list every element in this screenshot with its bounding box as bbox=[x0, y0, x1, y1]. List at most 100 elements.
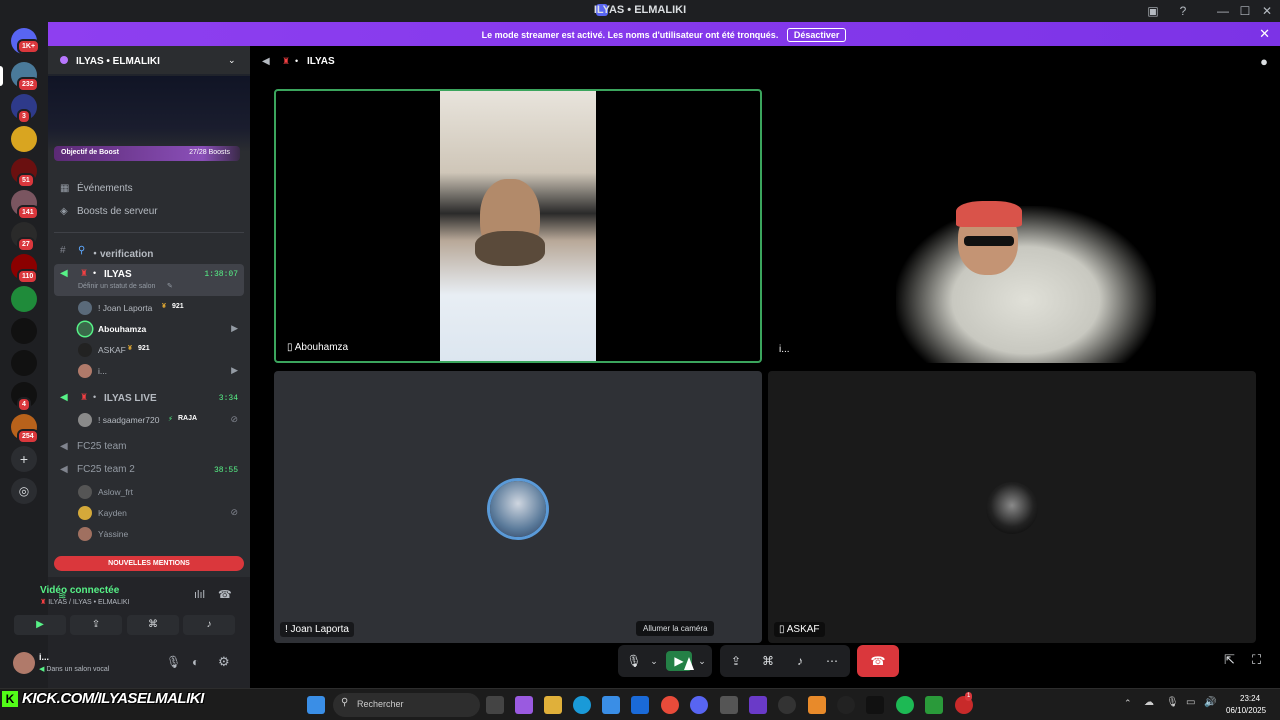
headphones-icon[interactable]: ◐ bbox=[192, 655, 199, 669]
user-status-text: Dans un salon vocal bbox=[46, 666, 110, 673]
divider bbox=[54, 232, 244, 233]
volume-icon[interactable]: 🔊 bbox=[1204, 697, 1216, 708]
windows-start-icon[interactable] bbox=[307, 696, 325, 714]
app-icon[interactable] bbox=[720, 696, 738, 714]
server-icon[interactable] bbox=[11, 126, 37, 152]
avatar bbox=[78, 364, 92, 378]
pencil-icon[interactable]: ✎ bbox=[167, 282, 173, 290]
voice-user[interactable]: Abouhamza ▶ bbox=[78, 321, 244, 337]
camera-icon: ▶ bbox=[231, 323, 238, 333]
voice-connected-title[interactable]: Vidéo connectée bbox=[40, 585, 119, 596]
task-view-icon[interactable] bbox=[486, 696, 504, 714]
boost-count: 27/28 Boosts bbox=[189, 149, 230, 156]
soundboard-icon[interactable]: ♪ bbox=[789, 650, 811, 672]
tile-name: ASKAF bbox=[786, 624, 820, 635]
user-name: ! saadgamer720 bbox=[98, 415, 160, 425]
avatar bbox=[490, 481, 546, 537]
spotify-icon[interactable] bbox=[896, 696, 914, 714]
activities-icon[interactable]: ⌘ bbox=[757, 650, 779, 672]
help-icon[interactable]: ? bbox=[1172, 2, 1194, 20]
search-icon: ⚲ bbox=[341, 697, 349, 708]
beard-shape bbox=[475, 231, 545, 266]
add-server-icon[interactable]: + bbox=[11, 446, 37, 472]
voice-user[interactable]: i... ▶ bbox=[78, 363, 244, 379]
chevron-down-icon[interactable]: ⌄ bbox=[691, 650, 713, 672]
fullscreen-icon[interactable]: ⛶ bbox=[1252, 652, 1261, 668]
video-tile-askaf[interactable]: ▯ ASKAF bbox=[768, 371, 1256, 643]
disable-streamer-button[interactable]: Désactiver bbox=[786, 28, 847, 42]
steam-icon[interactable] bbox=[778, 696, 796, 714]
chevron-up-icon[interactable]: ⌃ bbox=[1124, 698, 1132, 709]
cloud-icon[interactable]: ☁ bbox=[1144, 697, 1154, 708]
voice-channel-fc25-team-2[interactable]: ◀ FC25 team 2 38:55 bbox=[54, 461, 244, 479]
file-explorer-icon[interactable] bbox=[544, 696, 562, 714]
camera-button[interactable]: ▶ bbox=[14, 615, 66, 635]
chrome-icon[interactable] bbox=[661, 696, 679, 714]
app-icon[interactable] bbox=[866, 696, 884, 714]
app-icon[interactable] bbox=[925, 696, 943, 714]
discover-icon[interactable]: ◎ bbox=[11, 478, 37, 504]
voice-subtitle-text: ILYAS / ILYAS • ELMALIKI bbox=[48, 599, 130, 606]
discord-icon[interactable] bbox=[690, 696, 708, 714]
video-tile-i[interactable]: i... bbox=[768, 89, 1256, 363]
cap-shape bbox=[956, 201, 1022, 227]
voice-user[interactable]: Yàssine bbox=[78, 526, 244, 542]
screen-share-button[interactable]: ⇪ bbox=[70, 615, 122, 635]
voice-user[interactable]: ASKAF ¥ 921 bbox=[78, 342, 244, 358]
maximize-button[interactable]: ☐ bbox=[1234, 2, 1256, 20]
chevron-down-icon[interactable]: ⌄ bbox=[643, 650, 665, 672]
avatar bbox=[78, 506, 92, 520]
boost-goal-bar[interactable]: Objectif de Boost 27/28 Boosts bbox=[54, 146, 240, 161]
disconnect-icon[interactable]: ☎ bbox=[218, 588, 232, 601]
banner-close-icon[interactable]: ✕ bbox=[1259, 26, 1270, 42]
noise-suppression-icon[interactable]: ılıl bbox=[194, 589, 205, 601]
server-header[interactable]: ILYAS • ELMALIKI ⌄ bbox=[48, 46, 250, 76]
clock-time[interactable]: 23:24 bbox=[1240, 694, 1260, 703]
network-icon[interactable]: ▭ bbox=[1186, 697, 1195, 708]
clan-tag-icon: ¥ bbox=[162, 303, 166, 310]
store-icon[interactable] bbox=[602, 696, 620, 714]
voice-user[interactable]: Aslow_frt bbox=[78, 484, 244, 500]
video-tile-abouhamza[interactable]: ▯ Abouhamza bbox=[274, 89, 762, 363]
streamer-mode-banner: Le mode streamer est activé. Les noms d'… bbox=[48, 22, 1280, 46]
game-icon[interactable] bbox=[749, 696, 767, 714]
voice-channel-ilyas[interactable]: ◀ ♜ • ILYAS 1:38:07 Définir un statut de… bbox=[54, 264, 244, 296]
minimize-button[interactable]: — bbox=[1212, 2, 1234, 20]
activities-button[interactable]: ⌘ bbox=[127, 615, 179, 635]
overlay-icon[interactable]: ▣ bbox=[1142, 2, 1164, 20]
voice-channel-fc25-team[interactable]: ◀ FC25 team bbox=[54, 438, 244, 456]
close-button[interactable]: ✕ bbox=[1256, 2, 1278, 20]
soundboard-button[interactable]: ♪ bbox=[183, 615, 235, 635]
leave-call-button[interactable]: ☎ bbox=[857, 645, 899, 677]
app-icon[interactable] bbox=[837, 696, 855, 714]
gear-icon[interactable]: ⚙ bbox=[218, 654, 230, 670]
server-icon[interactable] bbox=[11, 350, 37, 376]
server-icon[interactable] bbox=[11, 286, 37, 312]
calendar-icon: ▦ bbox=[60, 183, 70, 194]
voice-channel-ilyas-live[interactable]: ◀ ♜ • ILYAS LIVE 3:34 bbox=[54, 389, 244, 407]
edge-icon[interactable] bbox=[573, 696, 591, 714]
voice-user[interactable]: ! saadgamer720 ⚡ RAJA ⊘ bbox=[78, 412, 244, 428]
copilot-icon[interactable] bbox=[515, 696, 533, 714]
microphone-icon[interactable]: 🎙 bbox=[623, 650, 645, 672]
set-status-hint[interactable]: Définir un statut de salon bbox=[78, 283, 155, 290]
clock-date[interactable]: 06/10/2025 bbox=[1226, 706, 1266, 715]
avatar[interactable] bbox=[13, 652, 35, 674]
tile-name-label: ▯ ASKAF bbox=[774, 622, 825, 637]
video-tile-joan-laporta[interactable]: ! Joan Laporta bbox=[274, 371, 762, 643]
microphone-icon[interactable]: 🎙 bbox=[166, 655, 181, 669]
screen-share-icon[interactable]: ⇪ bbox=[725, 650, 747, 672]
more-options-icon[interactable]: ⋯ bbox=[821, 650, 843, 672]
server-icon[interactable] bbox=[11, 318, 37, 344]
boost-label: Objectif de Boost bbox=[61, 149, 119, 156]
outlook-icon[interactable] bbox=[631, 696, 649, 714]
chat-bubble-icon[interactable]: ● bbox=[1260, 54, 1268, 69]
popout-icon[interactable]: ⇱ bbox=[1224, 652, 1235, 668]
microphone-icon[interactable]: 🎙 bbox=[1166, 697, 1179, 708]
app-icon[interactable] bbox=[808, 696, 826, 714]
taskbar-search[interactable]: ⚲ Rechercher bbox=[333, 693, 480, 717]
voice-user[interactable]: Kayden ⊘ bbox=[78, 505, 244, 521]
camera-icon: ▶ bbox=[231, 365, 238, 375]
new-mentions-button[interactable]: NOUVELLES MENTIONS bbox=[54, 556, 244, 571]
voice-user[interactable]: ! Joan Laporta ¥ 921 bbox=[78, 300, 244, 316]
